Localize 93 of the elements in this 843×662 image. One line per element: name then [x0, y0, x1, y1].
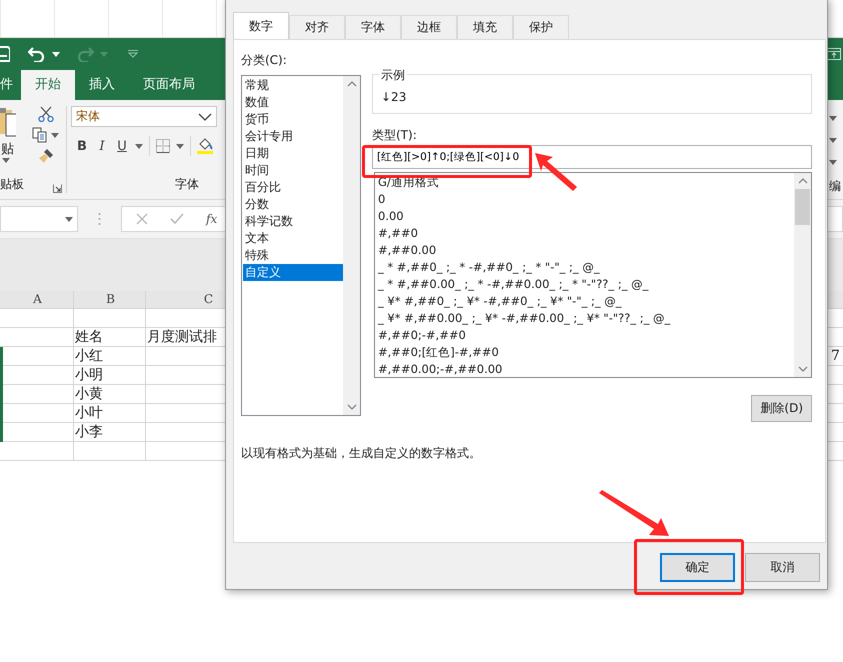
font-name-field[interactable]: 宋体 [71, 106, 217, 127]
table-cell-text: 7 [830, 347, 841, 366]
list-item[interactable]: #,##0;-#,##0 [376, 327, 794, 344]
list-item[interactable]: _ * #,##0_ ;_ * -#,##0_ ;_ * "-"_ ;_ @_ [376, 259, 794, 276]
list-item[interactable]: 0.00 [376, 208, 794, 225]
insert-function-button[interactable]: fx [206, 212, 218, 226]
fill-color-icon[interactable] [197, 138, 213, 154]
caret-icon[interactable] [829, 116, 837, 121]
sample-value: ↓23 [381, 90, 406, 104]
list-item[interactable]: #,##0.00 [376, 242, 794, 259]
caret-icon[interactable] [51, 132, 59, 138]
list-item[interactable]: 0 [376, 191, 794, 208]
dialog-tab[interactable]: 对齐 [289, 15, 345, 39]
underline-button[interactable]: U [115, 138, 129, 154]
group-label: 编 [829, 178, 841, 195]
table-cell-text: 小红 [74, 347, 104, 366]
table-cell-text: 小李 [74, 423, 104, 442]
caret-icon[interactable] [135, 144, 143, 148]
chevron-down-icon [346, 404, 356, 410]
format-list[interactable] [374, 172, 812, 378]
table-cell-text: 姓名 [74, 328, 104, 347]
list-item[interactable]: 百分比 [243, 179, 343, 196]
list-item[interactable]: #,##0;[红色]-#,##0 [376, 344, 794, 361]
list-item[interactable]: 数值 [243, 94, 343, 111]
caret-icon [65, 216, 73, 222]
ribbon-tab[interactable]: 开始 [21, 70, 75, 100]
caret-icon[interactable] [52, 52, 60, 56]
list-item[interactable]: 自定义 [243, 264, 343, 281]
list-item[interactable]: _ * #,##0.00_ ;_ * -#,##0.00_ ;_ * "-"??_ ;_ @_ [376, 276, 794, 293]
list-item[interactable]: #,##0 [376, 225, 794, 242]
caret-icon[interactable] [829, 138, 837, 143]
group-label: 字体 [175, 176, 199, 193]
bold-button[interactable]: B [75, 138, 89, 154]
list-item[interactable]: 科学记数 [243, 213, 343, 230]
scrollbar[interactable] [794, 173, 811, 377]
list-item[interactable]: 货币 [243, 111, 343, 128]
description-text: 以现有格式为基础，生成自定义的数字格式。 [241, 445, 482, 462]
table-cell-text: 月度测试排 [146, 328, 218, 347]
caret-icon [2, 158, 10, 163]
caret-icon[interactable] [829, 160, 837, 165]
table-cell-text: 小叶 [74, 404, 104, 423]
redo-icon [76, 46, 94, 62]
border-icon[interactable] [156, 139, 170, 153]
category-list[interactable]: 常规 数值 货币 会计专用 日期 时间 百分比 分数 科学记数 文本 特殊 自定义 [241, 75, 361, 416]
italic-button[interactable]: I [95, 138, 109, 154]
list-item[interactable]: 分数 [243, 196, 343, 213]
grip-icon [98, 212, 101, 226]
ribbon-tab[interactable]: 页面布局 [129, 70, 209, 100]
dialog-tab[interactable]: 边框 [401, 15, 457, 39]
list-item[interactable]: 文本 [243, 230, 343, 247]
dialog-launcher-icon[interactable] [53, 184, 62, 193]
ok-button[interactable]: 确定 [660, 553, 735, 582]
paste-button[interactable]: 贴 [0, 106, 16, 176]
copy-icon[interactable] [32, 127, 48, 143]
ribbon-tab[interactable]: 插入 [75, 70, 129, 100]
list-item[interactable]: _ ¥* #,##0.00_ ;_ ¥* -#,##0.00_ ;_ ¥* "-"??_ ;_ @_ [376, 310, 794, 327]
save-icon[interactable] [0, 46, 10, 62]
cancel-button[interactable]: 取消 [745, 553, 820, 582]
ribbon-tab[interactable]: 件 [0, 70, 21, 100]
table-cell-text: 小明 [74, 366, 104, 385]
caret-icon [100, 52, 108, 56]
column-header[interactable]: B [74, 291, 146, 309]
dialog-tab[interactable]: 数字 [233, 12, 289, 39]
chevron-down-icon [798, 366, 808, 372]
column-header[interactable]: A [0, 291, 74, 309]
list-item[interactable]: _ ¥* #,##0_ ;_ ¥* -#,##0_ ;_ ¥* "-"_ ;_ @_ [376, 293, 794, 310]
list-item[interactable]: 常规 [243, 77, 343, 94]
list-item[interactable]: 会计专用 [243, 128, 343, 145]
list-item[interactable]: 时间 [243, 162, 343, 179]
table-cell-text: 小黄 [74, 385, 104, 404]
arrow-annotation [535, 153, 577, 191]
chevron-down-icon [198, 112, 212, 120]
list-item[interactable]: 特殊 [243, 247, 343, 264]
undo-icon[interactable] [28, 46, 46, 62]
delete-button[interactable]: 删除(D) [751, 395, 812, 422]
ribbon-display-icon[interactable] [827, 48, 841, 60]
type-field[interactable]: [红色][>0]↑0;[绿色][<0]↓0 [372, 145, 812, 169]
customize-icon[interactable] [128, 50, 138, 58]
chevron-up-icon [798, 178, 808, 184]
dialog-tab[interactable]: 保护 [513, 15, 569, 39]
group-label: 示例 [379, 67, 407, 84]
chevron-up-icon [346, 81, 356, 87]
dialog-tab[interactable]: 字体 [345, 15, 401, 39]
field-label: 类型(T): [372, 127, 418, 143]
list-item[interactable]: 日期 [243, 145, 343, 162]
caret-icon[interactable] [176, 144, 184, 148]
arrow-annotation [599, 490, 669, 536]
group-label: 贴板 [0, 176, 24, 193]
list-item[interactable]: #,##0.00;-#,##0.00 [376, 361, 794, 377]
field-label: 分类(C): [241, 52, 288, 68]
dialog-tab[interactable]: 填充 [457, 15, 513, 39]
scrollbar[interactable] [343, 76, 360, 415]
scroll-thumb[interactable] [795, 189, 810, 225]
